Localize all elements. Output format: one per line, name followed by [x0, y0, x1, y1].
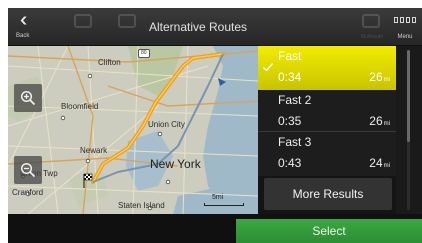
route-list: Fast 0:34 26mi Fast 2 0:35 26mi Fast 3 0… — [258, 46, 396, 176]
zoom-out-button[interactable] — [14, 156, 42, 184]
route-list-scrollbar[interactable] — [396, 46, 422, 214]
bottom-bar: Select — [8, 214, 422, 243]
route-time: 0:34 — [278, 70, 302, 84]
menu-button[interactable]: Menu — [388, 8, 422, 46]
route-map[interactable]: 80 Clifton Bloomfield Union City Newark … — [8, 46, 258, 214]
route-time: 0:35 — [278, 114, 302, 128]
highway-shield: 80 — [138, 49, 150, 58]
checkmark-icon — [263, 63, 274, 72]
map-label-newark: Newark — [80, 146, 108, 155]
route-option[interactable]: Fast 2 0:35 26mi — [258, 90, 396, 132]
route-option[interactable]: Fast 3 0:43 24mi — [258, 132, 396, 176]
route-name: Fast 3 — [278, 135, 312, 149]
route-distance: 26mi — [369, 70, 390, 84]
scale-label: 5mi — [212, 194, 224, 201]
scale-bar — [204, 203, 244, 206]
back-label: Back — [16, 33, 30, 39]
back-button[interactable]: ‹‹ Back — [8, 8, 54, 46]
map-scale: 5mi — [204, 194, 244, 206]
map-label-staten-island: Staten Island — [118, 201, 165, 210]
route-name: Fast — [278, 49, 302, 63]
zoom-out-icon — [20, 162, 36, 178]
menu-label: Menu — [397, 34, 413, 40]
more-results-area: More Results — [258, 176, 396, 214]
back-chevron-icon: ‹‹ — [20, 9, 29, 31]
route-time: 0:43 — [278, 156, 302, 170]
more-results-button[interactable]: More Results — [264, 178, 392, 210]
route-name: Fast 2 — [278, 93, 312, 107]
route-distance: 26mi — [369, 114, 390, 128]
scroll-thumb[interactable] — [407, 50, 410, 142]
route-distance: 24mi — [369, 156, 390, 170]
map-label-cranford: Cranford — [12, 188, 44, 197]
page-title: Alternative Routes — [148, 20, 248, 34]
map-canvas — [8, 46, 258, 214]
map-label-new-york: New York — [150, 157, 201, 171]
app-screen: ‹‹ Back Alternative Routes Multiroute Me… — [8, 8, 422, 243]
header-bar: ‹‹ Back Alternative Routes Multiroute Me… — [8, 8, 422, 46]
map-label-bloomfield: Bloomfield — [61, 102, 99, 111]
route-option-selected[interactable]: Fast 0:34 26mi — [258, 46, 396, 90]
zoom-in-button[interactable] — [14, 84, 42, 112]
map-label-clifton: Clifton — [98, 58, 121, 67]
menu-grid-icon — [394, 17, 416, 24]
zoom-in-icon — [20, 90, 36, 106]
map-label-union-city: Union City — [148, 120, 185, 129]
select-button[interactable]: Select — [236, 219, 422, 243]
